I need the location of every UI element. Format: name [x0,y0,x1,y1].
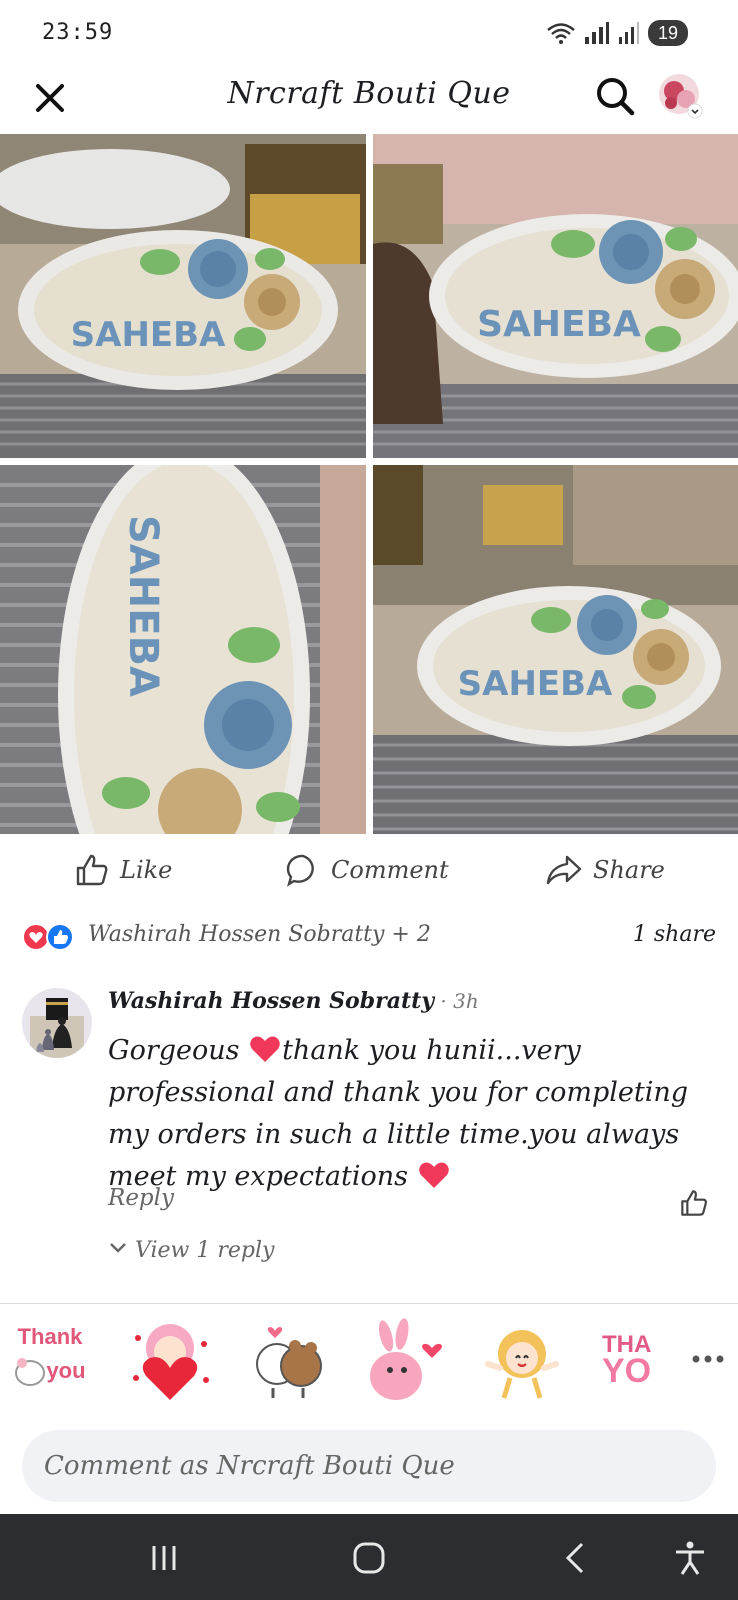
thumbs-up-icon [76,854,108,886]
girl-heart-sticker[interactable] [128,1318,212,1402]
share-button[interactable]: Share [545,852,665,888]
signal-icon-2 [618,22,639,44]
thank-you-sticker-1[interactable]: Thank you [8,1318,92,1402]
status-icons: 19 [546,20,688,46]
status-bar: 23:59 19 [0,0,738,66]
back-icon[interactable] [556,1538,596,1578]
battery-indicator: 19 [647,20,688,46]
chevron-down-icon [110,1243,126,1253]
comment-time: · 3h [434,989,479,1013]
like-label: Like [120,856,173,884]
like-button[interactable]: Like [74,852,172,888]
heart-emoji-icon [250,1036,280,1062]
wifi-icon [547,23,575,44]
photo-2[interactable]: SAHEBA [373,134,738,458]
home-icon[interactable] [349,1538,389,1578]
reply-button[interactable]: Reply [108,1185,174,1211]
accessibility-icon[interactable] [670,1538,710,1578]
comment-text-part1: Gorgeous [108,1035,249,1066]
comment-button[interactable]: Comment [285,852,449,888]
recent-apps-icon[interactable] [144,1538,184,1578]
signal-icon [584,22,609,44]
comment-author[interactable]: Washirah Hossen Sobratty [108,988,434,1014]
status-time: 23:59 [42,20,114,45]
view-replies-button[interactable]: View 1 reply [108,1238,274,1263]
more-stickers-icon[interactable] [688,1344,728,1374]
profile-avatar[interactable] [658,73,704,119]
close-icon[interactable] [30,78,70,118]
heart-emoji-icon-2 [418,1162,449,1188]
photo-3[interactable]: SAHEBA [0,465,366,834]
share-icon [546,855,582,885]
thank-you-sticker-2[interactable]: THA YO [600,1318,684,1402]
plaque-text-3: SAHEBA [120,515,166,697]
search-icon[interactable] [593,74,637,118]
sticker-text-you: you [46,1358,85,1383]
reactors-text[interactable]: Washirah Hossen Sobratty + 2 [88,922,431,947]
comment-icon [286,854,314,887]
plaque-text-1: SAHEBA [71,315,226,355]
bunny-heart-sticker[interactable] [362,1318,446,1402]
post-actions: Like Comment Share [0,846,738,902]
commenter-avatar[interactable] [22,988,92,1058]
system-nav-bar [0,1514,738,1600]
sticker-bar: Thank you THA YO [0,1304,738,1414]
share-count[interactable]: 1 share [633,922,716,947]
comment: Washirah Hossen Sobratty · 3h Gorgeous t… [0,980,738,1300]
sticker-text-yo: YO [602,1352,651,1390]
comment-text: Gorgeous thank you hunii...very professi… [108,1030,720,1198]
comment-author-line: Washirah Hossen Sobratty · 3h [108,988,479,1014]
plaque-text-2: SAHEBA [477,304,641,345]
sticker-text-thank: Thank [18,1324,84,1349]
view-replies-label: View 1 reply [135,1238,275,1263]
share-label: Share [593,856,665,884]
comment-like-icon[interactable] [679,1188,709,1218]
plaque-text-4: SAHEBA [458,664,613,704]
photo-grid: SAHEBA SAHEBA SAHEBA SAHEBA [0,134,738,834]
photo-1[interactable]: SAHEBA [0,134,366,458]
reaction-icons[interactable] [22,922,82,952]
reactions-summary: Washirah Hossen Sobratty + 2 1 share [0,912,738,962]
happy-girl-sticker[interactable] [480,1318,564,1402]
bears-hug-sticker[interactable] [245,1318,329,1402]
comment-input[interactable] [22,1430,716,1502]
page-title: Nrcraft Bouti Que [227,76,511,111]
comment-label: Comment [331,856,449,884]
header: Nrcraft Bouti Que [0,66,738,134]
photo-4[interactable]: SAHEBA [373,465,738,834]
